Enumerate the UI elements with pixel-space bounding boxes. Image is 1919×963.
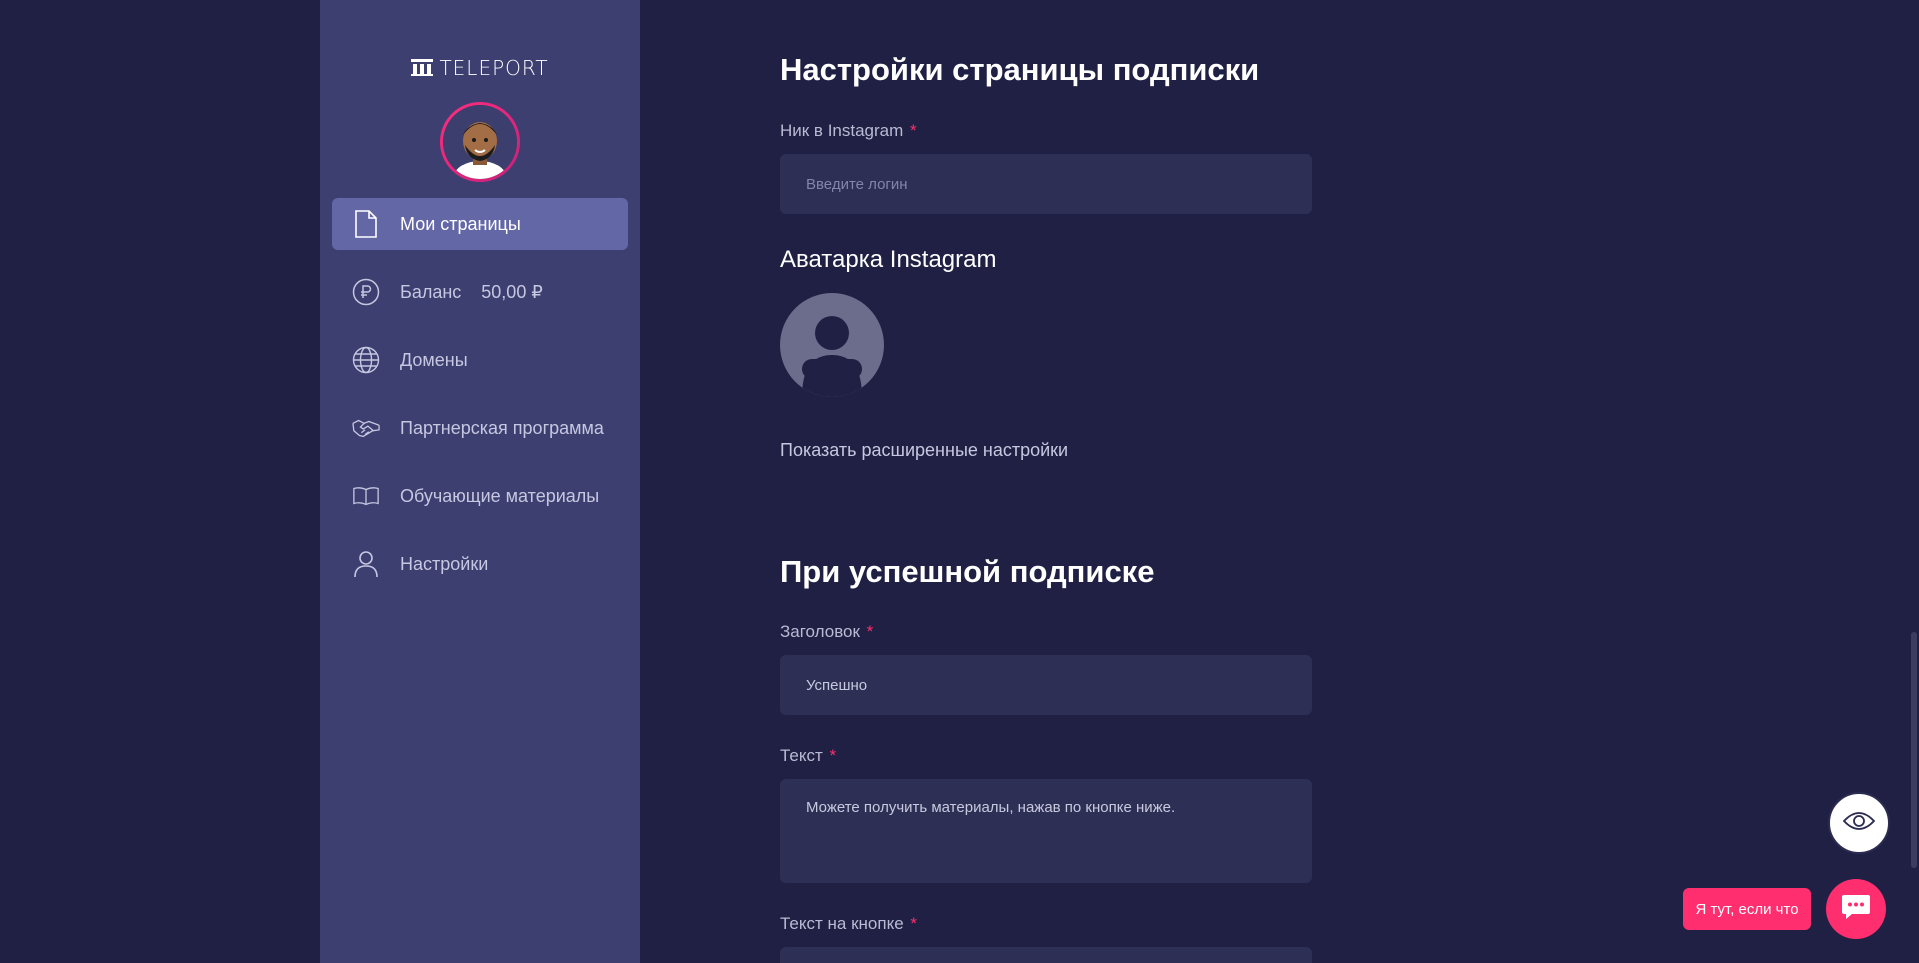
required-mark: * — [829, 746, 837, 765]
book-icon — [352, 482, 380, 510]
sidebar-item-learning[interactable]: Обучающие материалы — [332, 470, 628, 522]
required-mark: * — [910, 121, 917, 140]
sidebar-item-label: Мои страницы — [400, 213, 521, 234]
sidebar-item-label: Домены — [400, 349, 468, 370]
sidebar-item-label: Настройки — [400, 553, 489, 574]
logo-icon — [411, 59, 434, 77]
balance-value: 50,00 ₽ — [481, 281, 543, 302]
advanced-settings-link[interactable]: Показать расширенные настройки — [780, 440, 1068, 461]
sidebar-item-label: Обучающие материалы — [400, 485, 600, 506]
instagram-input[interactable]: Введите логин — [780, 154, 1312, 214]
text-textarea[interactable]: Можете получить материалы, нажав по кноп… — [780, 779, 1312, 883]
required-mark: * — [866, 622, 874, 641]
sidebar-item-label: Баланс — [400, 281, 462, 302]
preview-button[interactable] — [1828, 792, 1890, 854]
heading-label-text: Заголовок — [780, 622, 860, 641]
page: TELEPORT Мои страницы Баланс 50,00 ₽ Дом… — [0, 0, 1919, 963]
required-mark: * — [910, 914, 918, 933]
sidebar-item-partner-program[interactable]: Партнерская программа — [332, 402, 628, 454]
logo-text: TELEPORT — [439, 56, 549, 80]
button-text-label-text: Текст на кнопке — [780, 914, 904, 933]
avatar-image — [443, 105, 517, 179]
sidebar-item-label: Партнерская программа — [400, 417, 604, 438]
sidebar-item-balance[interactable]: Баланс 50,00 ₽ — [332, 266, 628, 318]
instagram-label: Ник в Instagram * — [780, 121, 917, 141]
globe-icon — [352, 346, 380, 374]
button-text-label: Текст на кнопке * — [780, 914, 917, 934]
sidebar-item-settings[interactable]: Настройки — [332, 538, 628, 590]
avatar[interactable] — [440, 102, 520, 182]
avatar-title: Аватарка Instagram — [780, 246, 997, 273]
heading-label: Заголовок * — [780, 622, 873, 642]
ruble-coin-icon — [352, 278, 380, 306]
document-icon — [352, 210, 380, 238]
section-title-success: При успешной подписке — [780, 554, 1155, 589]
page-title: Настройки страницы подписки — [780, 52, 1260, 87]
scrollbar[interactable] — [1911, 632, 1917, 868]
user-icon — [352, 550, 380, 578]
chat-label[interactable]: Я тут, если что — [1683, 888, 1811, 930]
chat-button[interactable] — [1826, 879, 1886, 939]
sidebar-item-my-pages[interactable]: Мои страницы — [332, 198, 628, 250]
eye-icon — [1842, 810, 1876, 837]
logo[interactable]: TELEPORT — [320, 56, 640, 80]
avatar-placeholder-icon — [802, 316, 862, 397]
handshake-icon — [352, 414, 380, 442]
avatar-upload[interactable] — [780, 293, 884, 397]
text-label-text: Текст — [780, 746, 823, 765]
sidebar: TELEPORT Мои страницы Баланс 50,00 ₽ Дом… — [320, 0, 640, 963]
button-text-input[interactable] — [780, 947, 1312, 963]
sidebar-item-domains[interactable]: Домены — [332, 334, 628, 386]
sidebar-nav: Мои страницы Баланс 50,00 ₽ Домены Партн… — [332, 198, 628, 606]
heading-input[interactable]: Успешно — [780, 655, 1312, 715]
chat-bubble-icon — [1841, 893, 1871, 926]
instagram-label-text: Ник в Instagram — [780, 121, 904, 140]
text-label: Текст * — [780, 746, 836, 766]
